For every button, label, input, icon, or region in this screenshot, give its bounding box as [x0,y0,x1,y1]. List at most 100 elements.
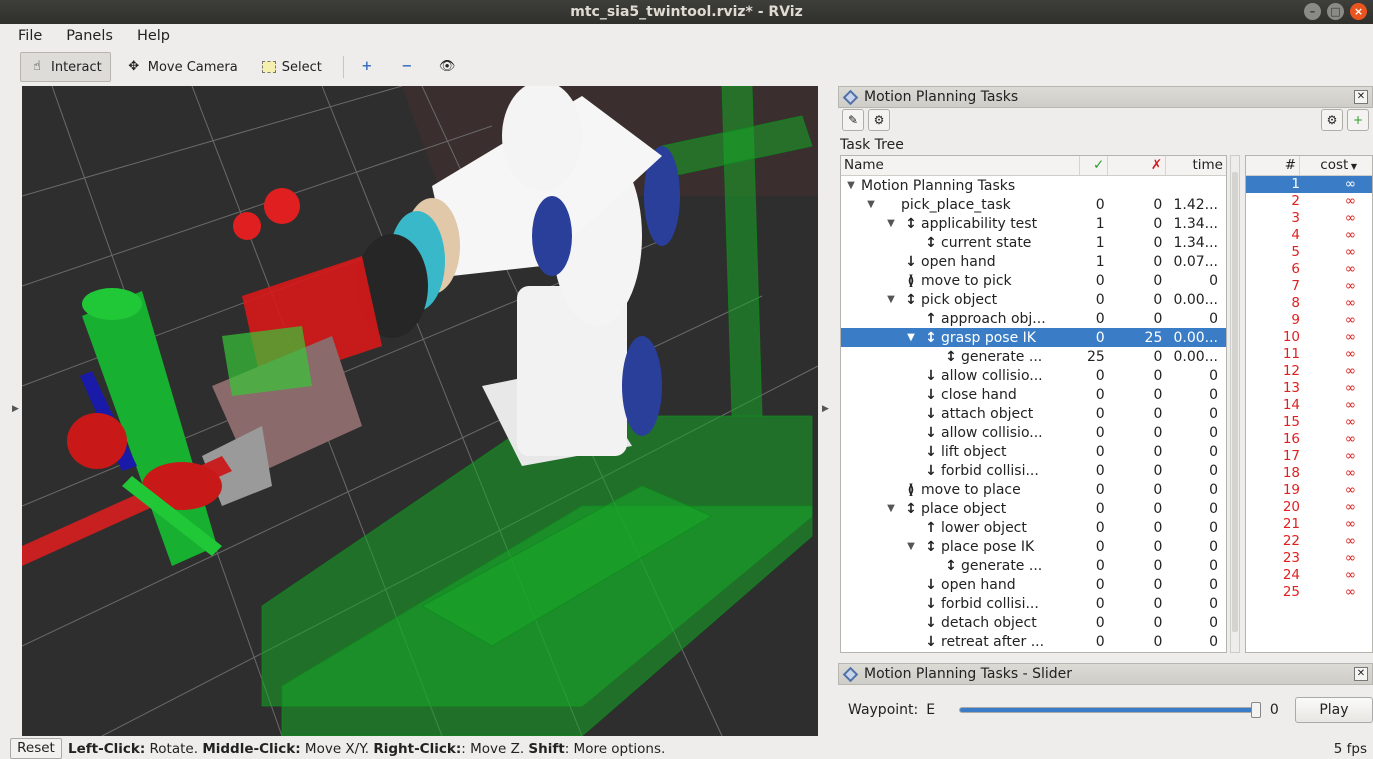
slider-handle[interactable] [1250,702,1261,718]
3d-render-viewport[interactable] [22,86,818,736]
task-tree-row[interactable]: ↕ generate ... 0 0 0 [841,556,1226,575]
add-task-icon[interactable]: + [1347,109,1369,131]
fail-column-header[interactable]: ✗ [1108,156,1167,175]
solution-row[interactable]: 1 ∞ [1246,176,1372,193]
edit-task-icon[interactable]: ✎ [842,109,864,131]
task-tree-row[interactable]: ↓ open hand 0 0 0 [841,575,1226,594]
solution-row[interactable]: 4 ∞ [1246,227,1372,244]
stage-type-icon: ↓ [925,595,937,612]
ok-count: 0 [1095,481,1105,498]
task-tree-row[interactable]: ↓ close hand 0 0 0 [841,385,1226,404]
menu-panels[interactable]: Panels [60,24,119,48]
exec-settings-icon[interactable]: ⚙ [1321,109,1343,131]
expand-chevron-icon[interactable]: ▼ [881,218,901,229]
scrollbar-thumb[interactable] [1232,172,1238,632]
task-tree-row[interactable]: ↕ generate ... 25 0 0.00... [841,347,1226,366]
add-tool-button[interactable]: + [350,52,384,82]
menu-file[interactable]: File [12,24,48,48]
solution-row[interactable]: 21 ∞ [1246,516,1372,533]
task-tree-row[interactable]: ▼ pick_place_task 0 0 1.42... [841,195,1226,214]
task-tree-row[interactable]: ↑ approach obj... 0 0 0 [841,309,1226,328]
solution-row[interactable]: 16 ∞ [1246,431,1372,448]
solution-row[interactable]: 10 ∞ [1246,329,1372,346]
ok-count: 0 [1095,329,1105,346]
expand-chevron-icon[interactable]: ▼ [861,199,881,210]
solution-row[interactable]: 19 ∞ [1246,482,1372,499]
left-dock-collapse-handle[interactable]: ▶ [10,86,20,736]
ok-count: 1 [1095,234,1105,251]
solution-row[interactable]: 5 ∞ [1246,244,1372,261]
minimize-button[interactable]: – [1304,3,1321,20]
task-tree-row[interactable]: ↓ allow collisio... 0 0 0 [841,423,1226,442]
time-column-header[interactable]: time [1166,156,1226,175]
solution-row[interactable]: 12 ∞ [1246,363,1372,380]
solution-row[interactable]: 8 ∞ [1246,295,1372,312]
solution-row[interactable]: 22 ∞ [1246,533,1372,550]
task-tree-view[interactable]: Name ✓ ✗ time ▼ Motion Planning Tasks ▼ pic… [840,155,1227,653]
interact-label: Interact [51,59,102,75]
reset-button[interactable]: Reset [10,738,62,759]
interact-tool-button[interactable]: ☝ Interact [20,52,111,82]
task-tree-row[interactable]: ↓ retreat after ... 0 0 0 [841,632,1226,651]
task-tree-row[interactable]: ≬ move to pick 0 0 0 [841,271,1226,290]
settings-gear-icon[interactable]: ⚙ [868,109,890,131]
task-tree-row[interactable]: ↓ attach object 0 0 0 [841,404,1226,423]
task-tree-row[interactable]: ↓ forbid collisi... 0 0 0 [841,461,1226,480]
task-tree-row[interactable]: ↓ forbid collisi... 0 0 0 [841,594,1226,613]
solution-row[interactable]: 9 ∞ [1246,312,1372,329]
fail-count: 0 [1153,443,1163,460]
close-slider-panel-icon[interactable]: ✕ [1354,667,1368,681]
task-tree-row[interactable]: ↓ allow collisio... 0 0 0 [841,366,1226,385]
task-tree-row[interactable]: ↓ open hand 1 0 0.07... [841,252,1226,271]
solution-row[interactable]: 24 ∞ [1246,567,1372,584]
stage-type-icon: ↓ [925,633,937,650]
solution-row[interactable]: 13 ∞ [1246,380,1372,397]
maximize-button[interactable]: □ [1327,3,1344,20]
close-panel-icon[interactable]: ✕ [1354,90,1368,104]
task-tree-row[interactable]: ↓ detach object 0 0 0 [841,613,1226,632]
expand-chevron-icon[interactable]: ▼ [841,180,861,191]
menu-help[interactable]: Help [131,24,176,48]
task-tree-row[interactable]: ≬ move to place 0 0 0 [841,480,1226,499]
task-tree-row[interactable]: ▼ Motion Planning Tasks [841,176,1226,195]
task-tree-scrollbar[interactable] [1230,155,1240,653]
solution-row[interactable]: 25 ∞ [1246,584,1372,601]
solution-row[interactable]: 15 ∞ [1246,414,1372,431]
cost-column-header[interactable]: cost ▼ [1300,156,1360,175]
waypoint-slider[interactable] [959,702,1261,718]
solution-number-header[interactable]: # [1246,156,1300,175]
expand-chevron-icon[interactable]: ▼ [881,294,901,305]
task-tree-row[interactable]: ↕ current state 1 0 1.34... [841,233,1226,252]
task-tree-row[interactable]: ▼ ↕ grasp pose IK 0 25 0.00... [841,328,1226,347]
solution-row[interactable]: 23 ∞ [1246,550,1372,567]
solution-row[interactable]: 2 ∞ [1246,193,1372,210]
task-tree-row[interactable]: ▼ ↕ place pose IK 0 0 0 [841,537,1226,556]
solution-row[interactable]: 6 ∞ [1246,261,1372,278]
expand-chevron-icon[interactable]: ▼ [901,332,921,343]
solution-row[interactable]: 14 ∞ [1246,397,1372,414]
task-tree-row[interactable]: ▼ ↕ applicability test 1 0 1.34... [841,214,1226,233]
right-dock-collapse-handle[interactable]: ▶ [820,86,830,736]
name-column-header[interactable]: Name [841,156,1081,175]
close-window-button[interactable]: × [1350,3,1367,20]
move-camera-tool-button[interactable]: ✥ Move Camera [117,52,247,82]
solution-row[interactable]: 18 ∞ [1246,465,1372,482]
expand-chevron-icon[interactable]: ▼ [881,503,901,514]
solution-row[interactable]: 3 ∞ [1246,210,1372,227]
task-tree-row[interactable]: ↓ lift object 0 0 0 [841,442,1226,461]
task-tree-row[interactable]: ↑ lower object 0 0 0 [841,518,1226,537]
solution-row[interactable]: 7 ∞ [1246,278,1372,295]
ok-column-header[interactable]: ✓ [1080,156,1109,175]
task-tree-row[interactable]: ▼ ↕ place object 0 0 0 [841,499,1226,518]
play-button[interactable]: Play [1294,697,1373,723]
solutions-list[interactable]: # cost ▼ 1 ∞ 2 ∞ 3 ∞ 4 ∞ 5 ∞ 6 ∞ 7 ∞ 8 ∞ 9 ∞ 10 ∞ 11 ∞ 12 ∞ 13 ∞ 1… [1245,155,1373,653]
remove-tool-button[interactable]: − [390,52,424,82]
view-options-button[interactable]: 👁 [430,52,464,82]
task-tree-row[interactable]: ▼ ↕ pick object 0 0 0.00... [841,290,1226,309]
select-tool-button[interactable]: Select [253,52,331,82]
expand-chevron-icon[interactable]: ▼ [901,541,921,552]
solution-row[interactable]: 17 ∞ [1246,448,1372,465]
ok-count: 0 [1095,557,1105,574]
solution-row[interactable]: 11 ∞ [1246,346,1372,363]
solution-row[interactable]: 20 ∞ [1246,499,1372,516]
